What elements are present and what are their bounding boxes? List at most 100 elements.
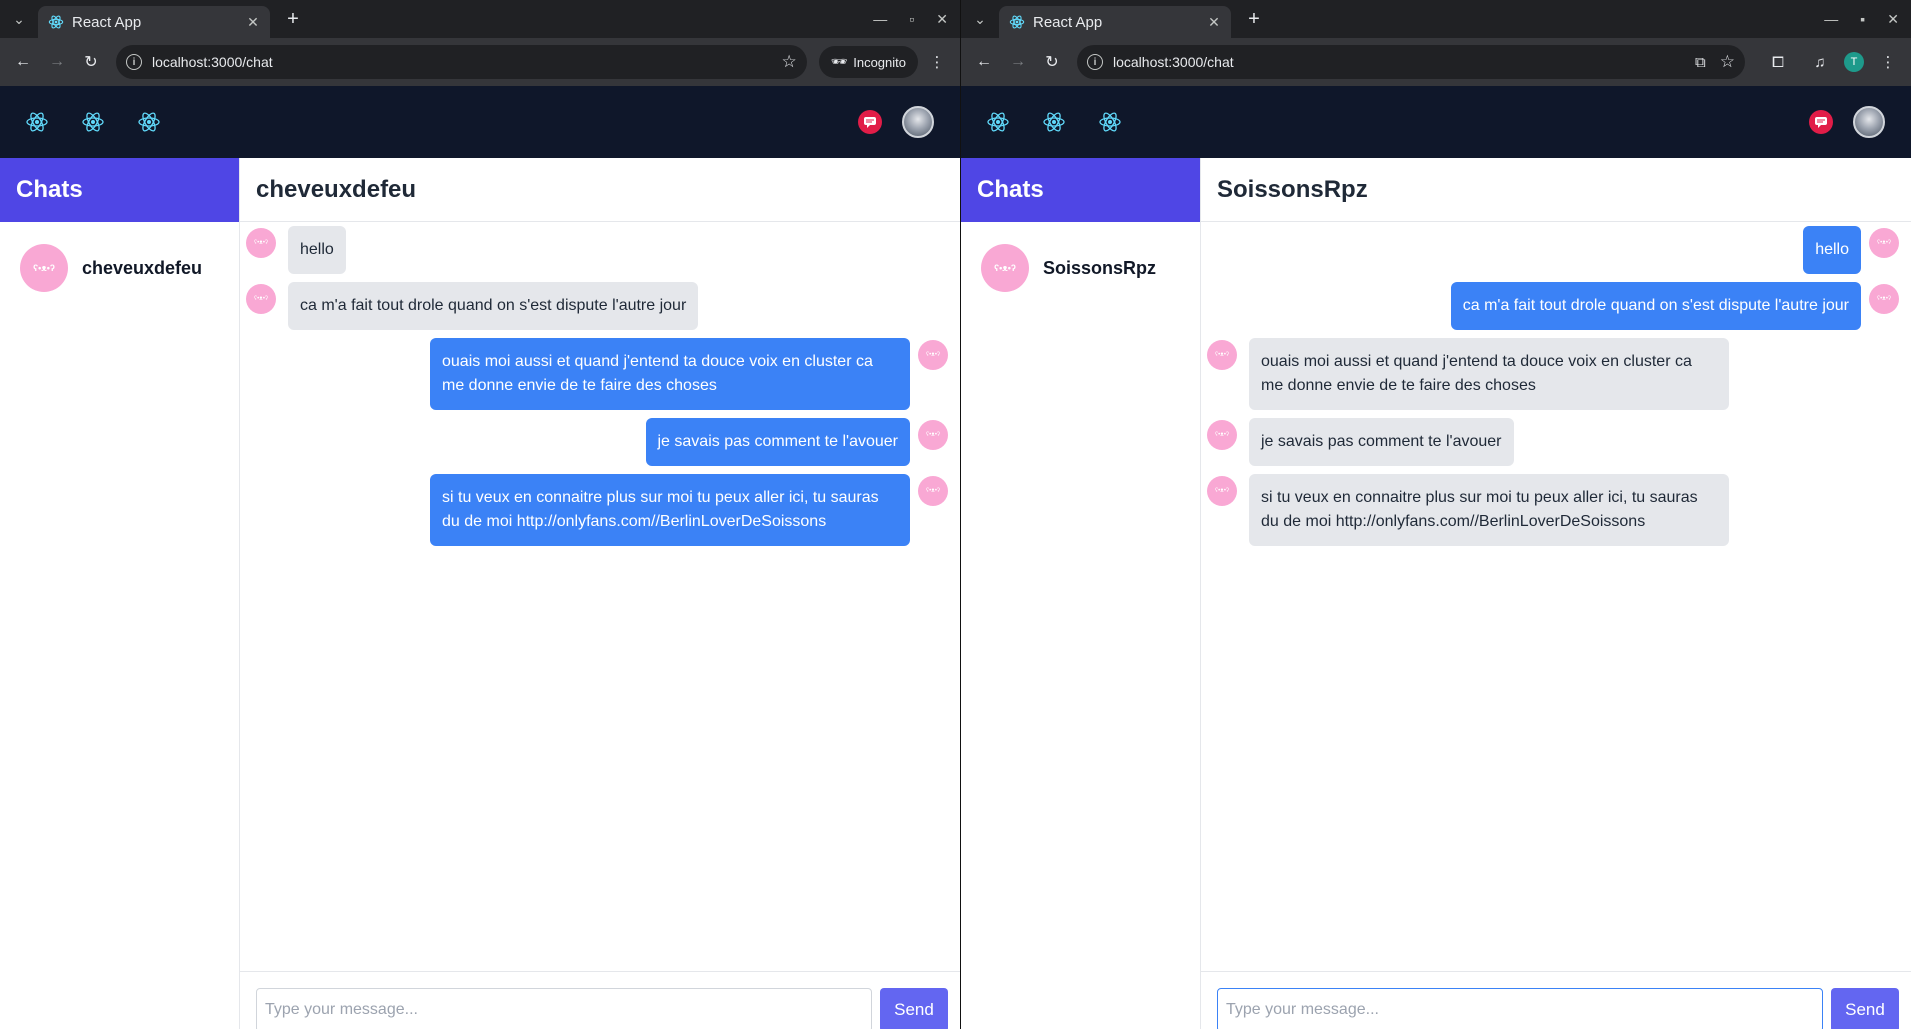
- react-logo-icon[interactable]: [76, 105, 110, 139]
- site-info-icon[interactable]: i: [126, 54, 142, 70]
- react-logo-icon[interactable]: [1093, 105, 1127, 139]
- sidebar-title: Chats: [977, 176, 1044, 203]
- tab-search-icon[interactable]: ⌄: [961, 0, 999, 38]
- message-bubble: si tu veux en connaitre plus sur moi tu …: [1249, 474, 1729, 546]
- incognito-indicator[interactable]: 🕶 Incognito: [818, 46, 918, 78]
- url-text: localhost:3000/chat: [152, 54, 273, 70]
- url-text: localhost:3000/chat: [1113, 54, 1234, 70]
- message-bubble: si tu veux en connaitre plus sur moi tu …: [430, 474, 910, 546]
- app-header: [0, 86, 960, 158]
- new-tab-button[interactable]: +: [1239, 4, 1269, 34]
- message-composer: Send: [1201, 971, 1911, 1029]
- incognito-label: Incognito: [853, 54, 906, 70]
- outgoing-message: si tu veux en connaitre plus sur moi tu …: [246, 474, 948, 546]
- incoming-message: ʕ•ᴥ•ʔ ouais moi aussi et quand j'entend t…: [1207, 338, 1899, 410]
- sender-avatar: ʕ•ᴥ•ʔ: [1207, 420, 1237, 450]
- sender-avatar: ʕ•ᴥ•ʔ: [918, 476, 948, 506]
- reload-icon[interactable]: ↻: [1037, 47, 1067, 77]
- message-bubble: ouais moi aussi et quand j'entend ta dou…: [1249, 338, 1729, 410]
- back-icon[interactable]: ←: [969, 47, 999, 77]
- forward-icon[interactable]: →: [42, 47, 72, 77]
- react-logo-icon[interactable]: [20, 105, 54, 139]
- sender-avatar: ʕ•ᴥ•ʔ: [246, 228, 276, 258]
- message-bubble: je savais pas comment te l'avouer: [645, 418, 910, 466]
- react-favicon-icon: [1009, 14, 1025, 30]
- sender-avatar: ʕ•ᴥ•ʔ: [918, 340, 948, 370]
- open-in-window-icon[interactable]: ⧉: [1695, 54, 1706, 71]
- chat-list-item[interactable]: ʕ•ᴥ•ʔ SoissonsRpz: [961, 222, 1200, 314]
- message-list: hello ʕ•ᴥ•ʔ ca m'a fait tout drole quand o…: [1201, 222, 1911, 1029]
- message-bubble: ca m'a fait tout drole quand on s'est di…: [288, 282, 699, 330]
- message-input[interactable]: [256, 988, 872, 1029]
- incognito-icon: 🕶: [830, 54, 848, 69]
- send-button[interactable]: Send: [1831, 988, 1899, 1029]
- more-menu-icon[interactable]: ⋮: [1873, 47, 1903, 77]
- incoming-message: ʕ•ᴥ•ʔ si tu veux en connaitre plus sur mo…: [1207, 474, 1899, 546]
- browser-tab[interactable]: React App ✕: [999, 6, 1231, 38]
- send-button[interactable]: Send: [880, 988, 948, 1029]
- react-logo-icon[interactable]: [132, 105, 166, 139]
- sender-avatar: ʕ•ᴥ•ʔ: [1869, 284, 1899, 314]
- chat-sidebar: Chats ʕ•ᴥ•ʔ SoissonsRpz: [961, 158, 1201, 1029]
- chat-header: SoissonsRpz: [1201, 158, 1911, 222]
- react-logo-icon[interactable]: [1037, 105, 1071, 139]
- outgoing-message: je savais pas comment te l'avouer ʕ•ᴥ•ʔ: [246, 418, 948, 466]
- browser-window-right: ⌄ React App ✕ + — ▪ ✕ ← → ↻ i localhost:…: [960, 0, 1911, 1029]
- title-bar: ⌄ React App ✕ + — ▪ ✕: [961, 0, 1911, 38]
- browser-tab[interactable]: React App ✕: [38, 6, 270, 38]
- tab-title: React App: [1033, 13, 1103, 31]
- chat-bubble-icon[interactable]: [858, 110, 882, 134]
- address-bar[interactable]: i localhost:3000/chat ⧉ ☆: [1077, 45, 1745, 79]
- reload-icon[interactable]: ↻: [76, 47, 106, 77]
- site-info-icon[interactable]: i: [1087, 54, 1103, 70]
- message-bubble: hello: [288, 226, 346, 274]
- message-composer: Send: [240, 971, 960, 1029]
- extensions-icon[interactable]: ⧠: [1763, 47, 1793, 77]
- outgoing-message: ca m'a fait tout drole quand on s'est di…: [1207, 282, 1899, 330]
- sender-avatar: ʕ•ᴥ•ʔ: [918, 420, 948, 450]
- bookmark-star-icon[interactable]: ☆: [781, 52, 796, 72]
- contact-name: cheveuxdefeu: [82, 257, 203, 278]
- user-avatar-icon[interactable]: [1853, 106, 1885, 138]
- chat-title: SoissonsRpz: [1217, 175, 1368, 203]
- sidebar-header: Chats: [0, 158, 239, 222]
- react-favicon-icon: [48, 14, 64, 30]
- close-tab-icon[interactable]: ✕: [1205, 14, 1223, 31]
- user-avatar-icon[interactable]: [902, 106, 934, 138]
- message-input[interactable]: [1217, 988, 1823, 1029]
- maximize-icon[interactable]: ▪: [1860, 11, 1865, 27]
- media-controls-icon[interactable]: ♫: [1805, 47, 1835, 77]
- minimize-icon[interactable]: —: [873, 11, 887, 27]
- chat-app: Chats ʕ•ᴥ•ʔ cheveuxdefeu cheveuxdefeu ʕ•…: [0, 158, 960, 1029]
- tab-search-icon[interactable]: ⌄: [0, 0, 38, 38]
- browser-window-left: ⌄ React App ✕ + — ▫ ✕ ← → ↻ i localhost:…: [0, 0, 960, 1029]
- close-window-icon[interactable]: ✕: [936, 11, 948, 28]
- contact-avatar: ʕ•ᴥ•ʔ: [20, 244, 68, 292]
- close-tab-icon[interactable]: ✕: [244, 14, 262, 31]
- profile-icon[interactable]: T: [1839, 47, 1869, 77]
- address-bar[interactable]: i localhost:3000/chat ☆: [116, 45, 807, 79]
- chat-list-item[interactable]: ʕ•ᴥ•ʔ cheveuxdefeu: [0, 222, 239, 314]
- browser-toolbar: ← → ↻ i localhost:3000/chat ⧉ ☆ ⧠ ♫ T ⋮: [961, 38, 1911, 86]
- sender-avatar: ʕ•ᴥ•ʔ: [1207, 476, 1237, 506]
- minimize-icon[interactable]: —: [1824, 11, 1838, 27]
- back-icon[interactable]: ←: [8, 47, 38, 77]
- window-controls: — ▫ ✕: [873, 0, 954, 38]
- maximize-icon[interactable]: ▫: [909, 11, 914, 27]
- new-tab-button[interactable]: +: [278, 4, 308, 34]
- outgoing-message: ouais moi aussi et quand j'entend ta dou…: [246, 338, 948, 410]
- chat-panel: SoissonsRpz hello ʕ•ᴥ•ʔ ca m'a fait tout d…: [1201, 158, 1911, 1029]
- react-logo-icon[interactable]: [981, 105, 1015, 139]
- contact-name: SoissonsRpz: [1043, 257, 1157, 278]
- incoming-message: ʕ•ᴥ•ʔ hello: [246, 226, 948, 274]
- more-menu-icon[interactable]: ⋮: [922, 47, 952, 77]
- chat-panel: cheveuxdefeu ʕ•ᴥ•ʔ hello ʕ•ᴥ•ʔ ca m'a fait …: [240, 158, 960, 1029]
- forward-icon[interactable]: →: [1003, 47, 1033, 77]
- header-actions: [1809, 86, 1885, 158]
- window-controls: — ▪ ✕: [1824, 0, 1905, 38]
- close-window-icon[interactable]: ✕: [1887, 11, 1899, 28]
- bookmark-star-icon[interactable]: ☆: [1720, 52, 1735, 72]
- incoming-message: ʕ•ᴥ•ʔ ca m'a fait tout drole quand on s'e…: [246, 282, 948, 330]
- header-actions: [858, 86, 934, 158]
- chat-bubble-icon[interactable]: [1809, 110, 1833, 134]
